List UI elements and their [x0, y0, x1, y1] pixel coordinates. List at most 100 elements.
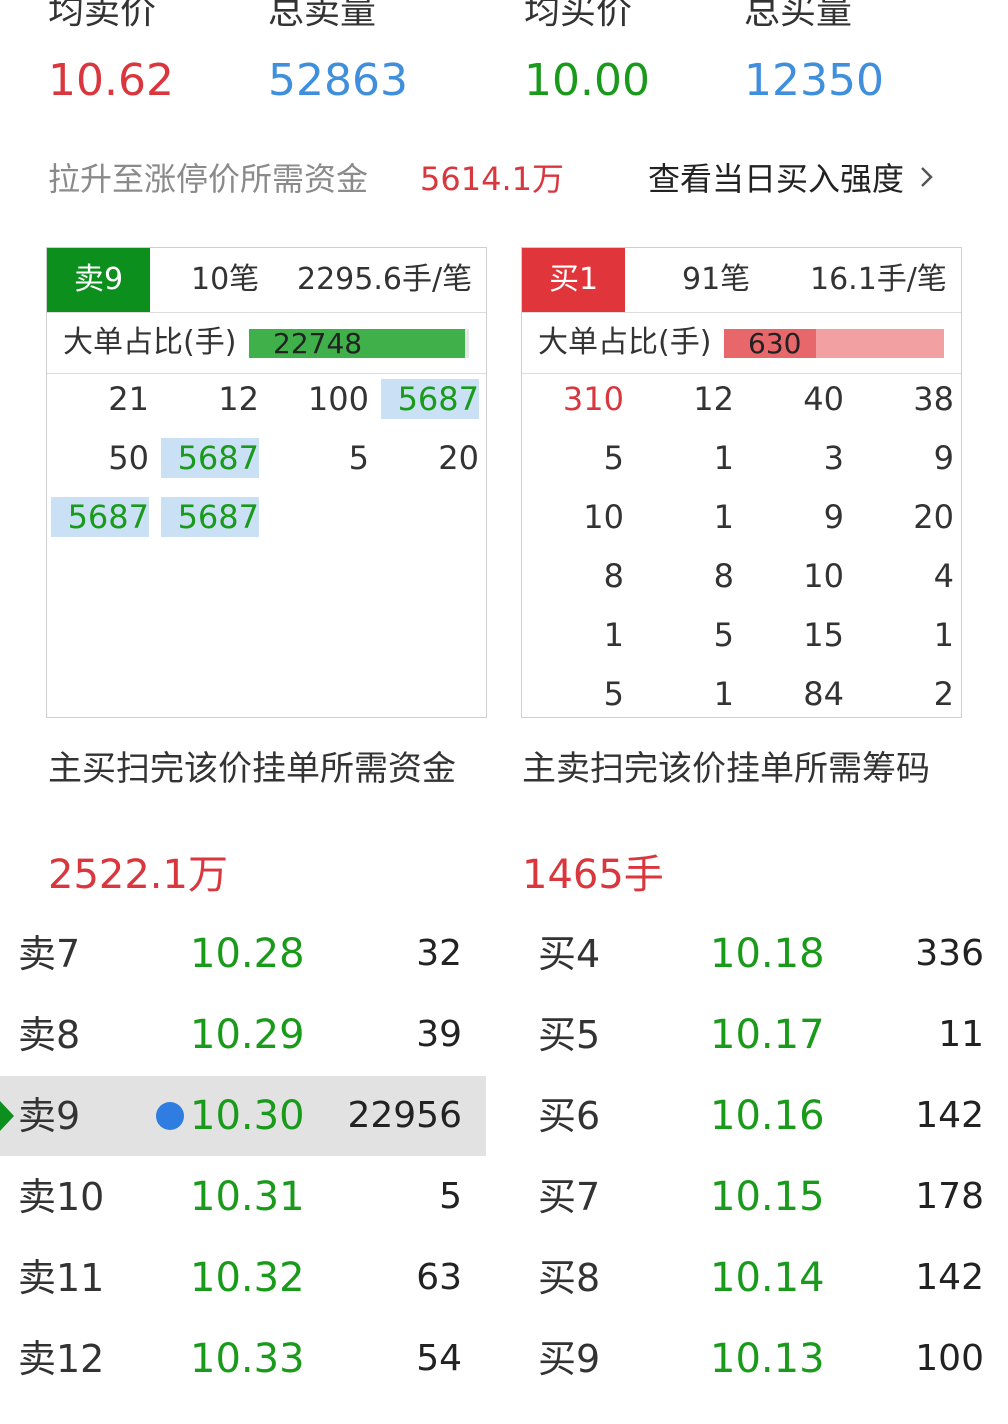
order-book-row[interactable]: 卖8 10.29 39 — [0, 995, 486, 1075]
buy-order-panel: 买1 91笔 16.1手/笔 大单占比(手) 630 310 1 2 40 38 5 1 3 9… — [521, 247, 962, 718]
order-cell: 50 — [108, 439, 149, 477]
order-cell: 1 — [933, 616, 954, 654]
sell-order-count: 10笔 — [191, 262, 260, 297]
order-book-volume: 100 — [915, 1338, 984, 1379]
order-cell: 38 — [913, 380, 954, 418]
order-book-price: 10.13 — [710, 1336, 825, 1382]
order-book-volume: 22956 — [347, 1095, 462, 1136]
order-book-volume: 142 — [915, 1095, 984, 1136]
order-book-price: 10.17 — [710, 1012, 825, 1058]
order-cell: 10 — [583, 498, 624, 536]
order-cell: 40 — [803, 380, 844, 418]
order-book-level: 卖10 — [18, 1175, 105, 1219]
order-cell: 1 — [713, 675, 734, 713]
sell-sweep-title: 主买扫完该价挂单所需资金 — [48, 749, 456, 789]
buy-ratio-label: 大单占比(手) — [538, 325, 712, 360]
order-cell: 20 — [438, 439, 479, 477]
order-cell: 310 — [562, 380, 624, 418]
chevron-right-icon — [921, 167, 933, 187]
buy-avg-per-order: 16.1手/笔 — [810, 262, 947, 297]
buy-sweep-title: 主卖扫完该价挂单所需筹码 — [522, 749, 930, 789]
buy-large-order-ratio: 大单占比(手) 630 — [522, 313, 961, 374]
order-book-level: 买5 — [538, 1013, 601, 1057]
buy-ratio-value: 630 — [748, 327, 802, 360]
order-book-volume: 142 — [915, 1257, 984, 1298]
order-cell: 100 — [307, 380, 369, 418]
order-book-price: 10.14 — [710, 1255, 825, 1301]
order-cell: 2 — [933, 675, 954, 713]
order-book-level: 卖8 — [18, 1013, 81, 1057]
order-book-level: 卖11 — [18, 1256, 105, 1300]
order-cell: 5 — [603, 675, 624, 713]
order-book-level: 卖12 — [18, 1337, 105, 1381]
order-cell: 5687 — [381, 379, 479, 419]
order-book-volume: 63 — [416, 1257, 462, 1298]
order-cell: 8 — [603, 557, 624, 595]
order-cell: 20 — [913, 498, 954, 536]
sell-level-tag[interactable]: 卖9 — [47, 248, 150, 312]
order-cell: 9 — [823, 498, 844, 536]
order-cell: 5687 — [161, 497, 259, 537]
buy-strength-link-label: 查看当日买入强度 — [648, 160, 905, 198]
limit-up-funding-label: 拉升至涨停价所需资金 — [48, 160, 369, 198]
order-cell: 4 — [933, 557, 954, 595]
order-book-row[interactable]: 买5 10.17 11 — [520, 995, 1008, 1075]
buy-panel-header: 买1 91笔 16.1手/笔 — [522, 248, 961, 313]
order-book-volume: 39 — [416, 1014, 462, 1055]
order-book-level: 买7 — [538, 1175, 601, 1219]
sell-avg-per-order: 2295.6手/笔 — [297, 262, 473, 297]
sell-order-panel: 卖9 10笔 2295.6手/笔 大单占比(手) 22748 21 12 100 56… — [46, 247, 487, 718]
order-book-level: 买6 — [538, 1094, 601, 1138]
avg-buy-price-label: 均买价 — [524, 0, 633, 32]
order-book-row[interactable]: 买8 10.14 142 — [520, 1238, 1008, 1318]
order-book-volume: 336 — [915, 933, 984, 974]
sell-ratio-value: 22748 — [273, 327, 363, 360]
order-book-price: 10.31 — [190, 1174, 305, 1220]
selected-arrow-icon — [0, 1101, 14, 1131]
limit-up-funding-value: 5614.1万 — [420, 160, 564, 198]
order-book-row[interactable]: 卖10 10.31 5 — [0, 1157, 486, 1237]
order-book-level: 卖7 — [18, 932, 81, 976]
order-book-price: 10.29 — [190, 1012, 305, 1058]
order-book-row[interactable]: 买4 10.18 336 — [520, 914, 1008, 994]
buy-level-tag[interactable]: 买1 — [522, 248, 625, 312]
total-sell-volume-label: 总卖量 — [268, 0, 377, 32]
sell-panel-header: 卖9 10笔 2295.6手/笔 — [47, 248, 486, 313]
buy-strength-link[interactable]: 查看当日买入强度 — [648, 158, 936, 200]
order-cell: 5687 — [161, 438, 259, 478]
order-book-price: 10.32 — [190, 1255, 305, 1301]
order-book-level: 买9 — [538, 1337, 601, 1381]
order-book-price: 10.18 — [710, 931, 825, 977]
order-cell: 5 — [348, 439, 369, 477]
order-book-row[interactable]: 卖9 10.30 22956 — [0, 1076, 486, 1156]
order-book-level: 买4 — [538, 932, 601, 976]
order-book-volume: 178 — [915, 1176, 984, 1217]
order-cell: 10 — [803, 557, 844, 595]
order-cell: 21 — [108, 380, 149, 418]
order-book-level: 卖9 — [18, 1094, 81, 1138]
sell-ratio-bar: 22748 — [249, 329, 469, 358]
order-book-row[interactable]: 卖12 10.33 54 — [0, 1319, 486, 1399]
order-book-price: 10.28 — [190, 931, 305, 977]
total-sell-volume-value: 52863 — [268, 55, 408, 106]
order-cell: 1 — [713, 439, 734, 477]
order-cell: 3 — [823, 439, 844, 477]
avg-buy-price-value: 10.00 — [524, 55, 650, 106]
buy-order-count: 91笔 — [682, 262, 751, 297]
order-book-price: 10.16 — [710, 1093, 825, 1139]
order-book-row[interactable]: 买6 10.16 142 — [520, 1076, 1008, 1156]
order-book-row[interactable]: 卖11 10.32 63 — [0, 1238, 486, 1318]
avg-sell-price-label: 均卖价 — [48, 0, 157, 32]
sell-ratio-label: 大单占比(手) — [63, 325, 237, 360]
order-book-row[interactable]: 卖7 10.28 32 — [0, 914, 486, 994]
order-book-row[interactable]: 买9 10.13 100 — [520, 1319, 1008, 1399]
order-cell: 5687 — [51, 497, 149, 537]
order-book-row[interactable]: 买7 10.15 178 — [520, 1157, 1008, 1237]
order-cell: 9 — [933, 439, 954, 477]
order-cell: 1 — [603, 616, 624, 654]
buy-sweep-value: 1465手 — [522, 852, 664, 898]
order-cell: 8 — [713, 557, 734, 595]
order-cell: 12 — [218, 380, 259, 418]
sell-sweep-value: 2522.1万 — [48, 852, 228, 898]
order-book-price: 10.15 — [710, 1174, 825, 1220]
